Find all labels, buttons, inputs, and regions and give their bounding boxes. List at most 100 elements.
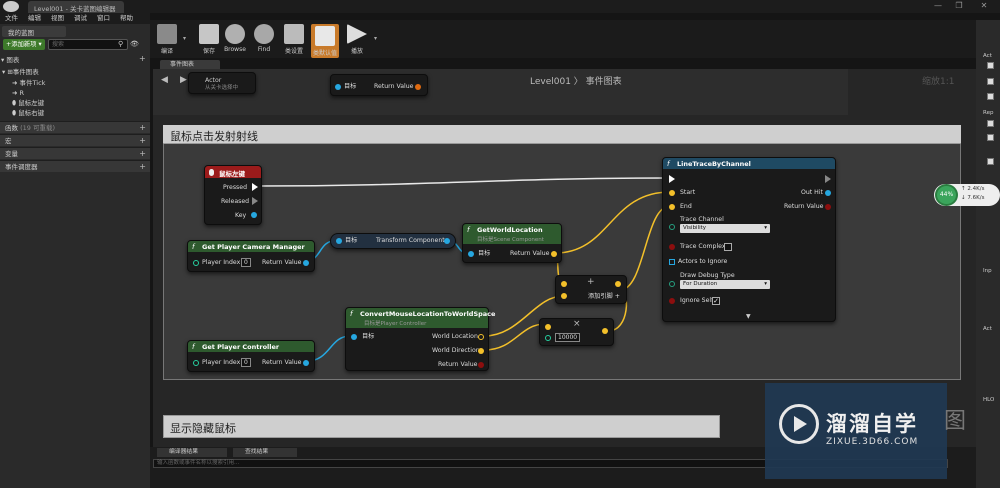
add-output-pin[interactable] <box>615 281 621 287</box>
upload-speed: ↑ 2.4K/s <box>961 186 985 192</box>
function-icon: f <box>667 160 670 168</box>
get-player-controller-node[interactable]: Get Player Controller f Player Index 0 R… <box>187 340 315 372</box>
actors-ignore-label: Actors to Ignore <box>678 258 728 265</box>
get-camera-manager-node[interactable]: Get Player Camera Manager f Player Index… <box>187 240 315 272</box>
convert-target-label: 目标 <box>362 333 375 340</box>
out-hit-pin[interactable] <box>825 190 831 196</box>
multiply-input-pin[interactable] <box>545 324 551 330</box>
mouse-left-event-node[interactable]: 鼠标左键 Pressed Released Key <box>204 165 262 225</box>
debug-type-dropdown[interactable]: For Duration ▾ <box>680 280 770 289</box>
find-results-tab[interactable]: 查找结果 <box>233 448 297 457</box>
trace-exec-out-pin[interactable] <box>825 175 831 183</box>
player-index-input[interactable]: 0 <box>241 258 251 267</box>
controller-index-input[interactable]: 0 <box>241 358 251 367</box>
world-direction-label: World Direction <box>432 347 480 354</box>
add-input-a-pin[interactable] <box>561 281 567 287</box>
ignore-self-checkbox[interactable]: ✓ <box>712 297 720 305</box>
details-checkbox-1[interactable] <box>987 62 994 69</box>
details-checkbox-6[interactable] <box>987 158 994 165</box>
debug-type-pin[interactable] <box>669 281 675 287</box>
expand-arrow-icon[interactable]: ▼ <box>746 313 751 320</box>
get-world-location-node[interactable]: GetWorldLocation f 目标是Scene Component 目标… <box>462 223 562 263</box>
controller-title: Get Player Controller <box>202 343 280 351</box>
details-label-hlod: HLO <box>983 397 995 403</box>
world-location-target-label: 目标 <box>478 250 491 257</box>
vector-multiply-node[interactable]: × 10000 <box>539 318 614 346</box>
details-label-actor: Act <box>983 53 992 59</box>
convert-title: ConvertMouseLocationToWorldSpace <box>360 310 496 318</box>
details-panel <box>976 20 1000 488</box>
ignore-self-pin[interactable] <box>669 298 675 304</box>
details-checkbox-4[interactable] <box>987 120 994 127</box>
trace-complex-label: Trace Complex <box>680 243 726 250</box>
multiply-value-input[interactable]: 10000 <box>555 333 581 342</box>
details-label-actor-2: Act <box>983 326 992 332</box>
details-checkbox-3[interactable] <box>987 93 994 100</box>
details-checkbox-5[interactable] <box>987 134 994 141</box>
controller-index-label: Player Index <box>202 359 241 366</box>
convert-target-pin[interactable] <box>351 334 357 340</box>
convert-return-pin[interactable] <box>478 362 484 368</box>
released-label: Released <box>221 198 250 205</box>
ignore-self-label: Ignore Self <box>680 297 714 304</box>
actors-ignore-pin[interactable] <box>669 259 675 265</box>
mouse-icon <box>209 169 214 176</box>
add-pin-button[interactable]: 添加引脚 + <box>588 292 620 301</box>
world-location-title: GetWorldLocation <box>477 226 543 234</box>
function-icon: f <box>467 226 470 234</box>
watermark-ghost-text: 图 <box>944 409 967 434</box>
trace-channel-label: Trace Channel <box>680 216 724 223</box>
multiply-symbol: × <box>573 319 581 329</box>
transform-component-node[interactable]: 目标 Transform Component <box>330 233 456 249</box>
world-location-return-label: Return Value <box>510 250 550 257</box>
controller-return-pin[interactable] <box>303 360 309 366</box>
multiply-output-pin[interactable] <box>602 328 608 334</box>
watermark-url: ZIXUE.3D66.COM <box>826 437 919 447</box>
line-trace-title: LineTraceByChannel <box>677 160 751 168</box>
transform-output-label: Transform Component <box>376 237 445 244</box>
out-hit-label: Out Hit <box>801 189 823 196</box>
key-pin[interactable] <box>251 212 257 218</box>
trace-channel-pin[interactable] <box>669 224 675 230</box>
player-index-label: Player Index <box>202 259 241 266</box>
details-label-replication: Rep <box>983 110 994 116</box>
add-input-b-pin[interactable] <box>561 293 567 299</box>
trace-channel-dropdown[interactable]: Visibility ▾ <box>680 224 770 233</box>
transform-output-pin[interactable] <box>444 238 450 244</box>
function-icon: f <box>192 343 195 351</box>
trace-return-pin[interactable] <box>825 204 831 210</box>
start-pin[interactable] <box>669 190 675 196</box>
convert-mouse-location-node[interactable]: ConvertMouseLocationToWorldSpace f 目标是Pl… <box>345 307 495 371</box>
vector-add-node[interactable]: + 添加引脚 + <box>555 275 627 304</box>
pressed-exec-pin[interactable] <box>252 183 258 191</box>
controller-index-pin[interactable] <box>193 360 199 366</box>
return-value-label: Return Value <box>262 259 302 266</box>
convert-subtitle: 目标是Player Controller <box>364 321 427 327</box>
line-trace-by-channel-node[interactable]: LineTraceByChannel f Start Out Hit End R… <box>662 157 836 322</box>
transform-target-pin[interactable] <box>336 238 342 244</box>
world-direction-pin[interactable] <box>478 348 484 354</box>
multiply-float-pin[interactable] <box>545 335 551 341</box>
controller-return-label: Return Value <box>262 359 302 366</box>
end-pin[interactable] <box>669 204 675 210</box>
camera-manager-title: Get Player Camera Manager <box>202 243 305 251</box>
trace-complex-checkbox[interactable] <box>724 243 732 251</box>
world-location-target-pin[interactable] <box>468 251 474 257</box>
world-location-pin[interactable] <box>478 334 484 340</box>
details-label-input: Inp <box>983 268 992 274</box>
compiler-results-tab[interactable]: 编译器结果 <box>157 448 227 457</box>
trace-exec-in-pin[interactable] <box>669 175 675 183</box>
debug-type-label: Draw Debug Type <box>680 272 735 279</box>
trace-return-label: Return Value <box>784 203 824 210</box>
end-label: End <box>680 203 692 210</box>
details-checkbox-2[interactable] <box>987 78 994 85</box>
trace-complex-pin[interactable] <box>669 244 675 250</box>
watermark-brand: 溜溜自学 <box>826 412 918 436</box>
add-symbol: + <box>587 277 595 287</box>
key-label: Key <box>235 212 247 219</box>
start-label: Start <box>680 189 696 196</box>
world-location-return-pin[interactable] <box>551 251 557 257</box>
released-exec-pin[interactable] <box>252 197 258 205</box>
return-value-pin[interactable] <box>303 260 309 266</box>
player-index-pin[interactable] <box>193 260 199 266</box>
